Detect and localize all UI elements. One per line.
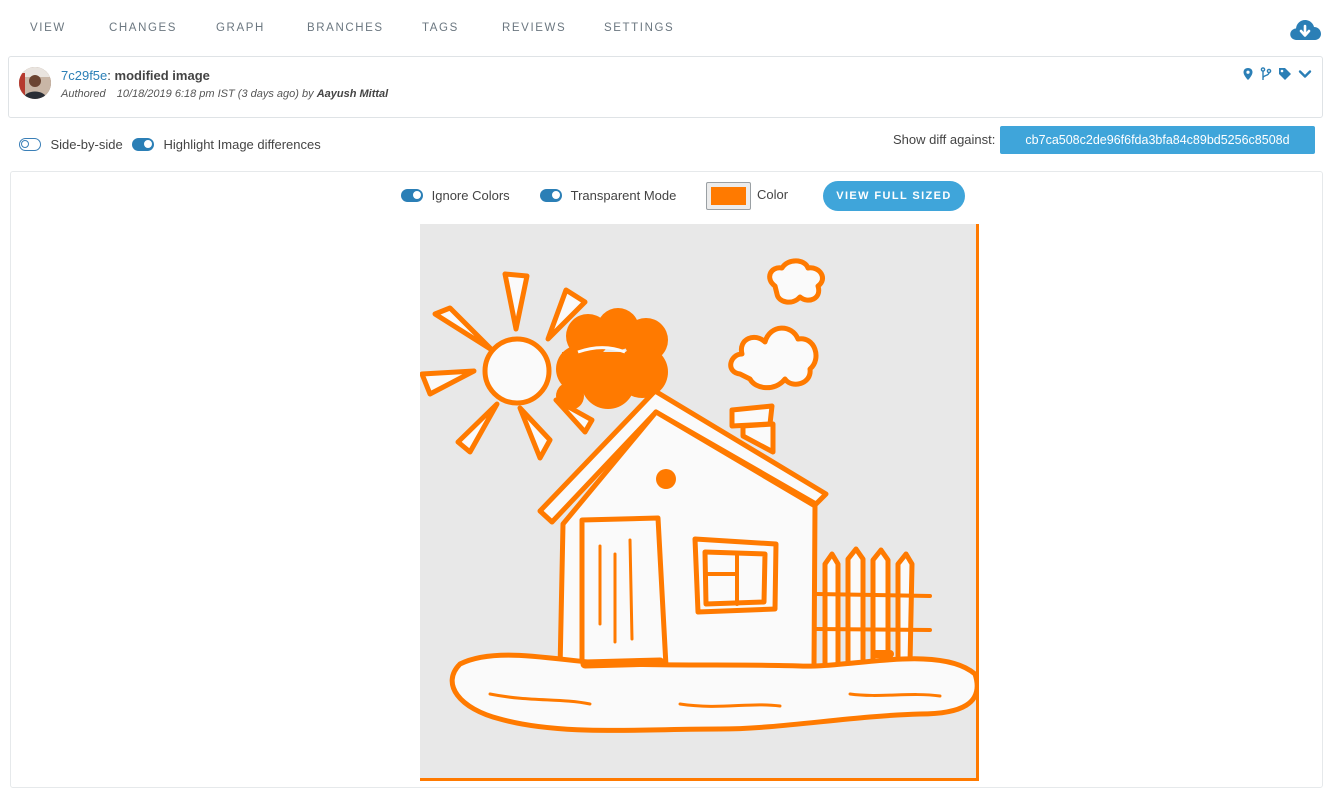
branch-icon[interactable]: [1260, 67, 1272, 81]
nav-tab-reviews[interactable]: REVIEWS: [502, 22, 566, 34]
side-by-side-option: Side-by-side: [19, 136, 123, 154]
chevron-down-icon[interactable]: [1298, 67, 1312, 81]
viewer-toolbar: Ignore Colors Transparent Mode Color VIE…: [11, 172, 1322, 222]
color-swatch: [711, 187, 746, 205]
color-label: Color: [757, 187, 789, 202]
ignore-colors-option: Ignore Colors: [401, 187, 510, 203]
transparent-mode-option: Transparent Mode: [540, 187, 676, 203]
nav-tab-settings[interactable]: SETTINGS: [604, 22, 674, 34]
map-marker-icon[interactable]: [1242, 67, 1254, 81]
authored-label: Authored: [61, 88, 106, 100]
commit-date: 10/18/2019 6:18 pm IST (3 days ago): [116, 88, 299, 100]
side-by-side-toggle[interactable]: [19, 138, 41, 152]
side-by-side-label: Side-by-side: [50, 137, 123, 153]
house-diff-image: [420, 258, 976, 733]
image-diff-viewer: Ignore Colors Transparent Mode Color VIE…: [10, 171, 1323, 788]
commit-actions: [1242, 67, 1312, 81]
highlight-differences-toggle[interactable]: [132, 138, 154, 152]
nav-tab-branches[interactable]: BRANCHES: [307, 22, 384, 34]
commit-meta: Authored 10/18/2019 6:18 pm IST (3 days …: [61, 88, 388, 100]
nav-tab-changes[interactable]: CHANGES: [109, 22, 177, 34]
nav-tab-tags[interactable]: TAGS: [422, 22, 459, 34]
tag-icon[interactable]: [1278, 67, 1292, 81]
commit-hash-link[interactable]: 7c29f5e: [61, 68, 107, 83]
view-full-sized-button[interactable]: VIEW FULL SIZED: [823, 181, 965, 211]
nav-tab-graph[interactable]: GRAPH: [216, 22, 265, 34]
show-diff-label: Show diff against:: [893, 132, 996, 147]
highlight-color-picker[interactable]: [706, 182, 751, 210]
diff-against-select[interactable]: cb7ca508c2de96f6fda3bfa84c89bd5256c8508d: [1000, 126, 1315, 154]
ignore-colors-label: Ignore Colors: [431, 188, 510, 204]
highlight-differences-label: Highlight Image differences: [163, 137, 321, 153]
commit-title: 7c29f5e: modified image: [61, 68, 210, 83]
ignore-colors-toggle[interactable]: [401, 189, 423, 203]
commit-card: 7c29f5e: modified image Authored 10/18/2…: [8, 56, 1323, 118]
by-label: by: [302, 88, 314, 100]
commit-separator: :: [107, 68, 111, 83]
top-nav: VIEW CHANGES GRAPH BRANCHES TAGS REVIEWS…: [0, 0, 1329, 56]
cloud-download-icon[interactable]: [1288, 16, 1322, 44]
transparent-mode-label: Transparent Mode: [570, 188, 677, 204]
commit-message: modified image: [114, 68, 210, 83]
nav-tab-view[interactable]: VIEW: [30, 22, 66, 34]
commit-author[interactable]: Aayush Mittal: [317, 88, 389, 100]
author-avatar[interactable]: [19, 67, 51, 99]
highlight-option: Highlight Image differences: [132, 136, 321, 154]
transparent-mode-toggle[interactable]: [540, 189, 562, 203]
diff-image-canvas: [420, 224, 979, 781]
